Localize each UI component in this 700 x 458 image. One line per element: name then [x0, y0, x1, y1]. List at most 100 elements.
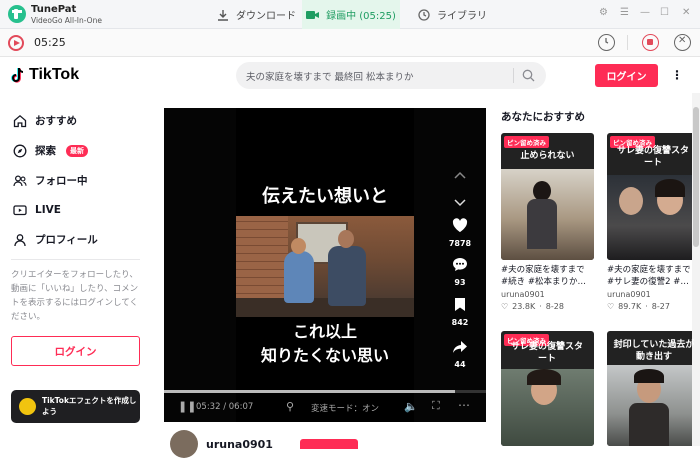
tab-library-label: ライブラリ — [437, 11, 487, 22]
menu-icon[interactable]: ☰ — [620, 7, 629, 18]
thumbnail-image — [607, 365, 700, 446]
speed-mode-label[interactable]: 変速モード：オン — [311, 402, 379, 414]
users-icon — [13, 174, 27, 186]
card-stats: ♡ 89.7K · 8-27 — [607, 302, 700, 311]
more-options-icon[interactable]: ⋮ — [671, 68, 683, 82]
search-icon[interactable] — [522, 69, 535, 82]
follow-button[interactable] — [300, 439, 358, 449]
sidebar-item-label: おすすめ — [35, 115, 77, 127]
scrollbar-thumb[interactable] — [693, 107, 699, 247]
tiktok-note-icon — [11, 67, 24, 83]
video-camera-icon — [306, 10, 320, 19]
search-bar[interactable]: 夫の家庭を壊すまで 最終回 松本まりか — [236, 62, 546, 89]
video-progress-bar[interactable] — [164, 390, 486, 393]
video-thumbnail[interactable]: ピン留め済み サレ妻の復讐スタート — [607, 133, 700, 260]
caption-line: これ以上 — [292, 322, 357, 341]
search-divider — [513, 68, 514, 83]
app-titlebar: TunePat VideoGo All-In-One ダウンロード 録画中 (0… — [0, 0, 700, 29]
download-icon — [218, 9, 228, 21]
sidebar-item-live[interactable]: LIVE — [13, 203, 61, 217]
card-username[interactable]: uruna0901 — [607, 290, 700, 299]
pause-icon[interactable]: ❚❚ — [178, 400, 196, 413]
tab-recording[interactable]: 録画中 (05:25) — [302, 0, 400, 29]
sidebar-divider — [11, 259, 140, 260]
settings-icon[interactable]: ⚙ — [599, 7, 608, 18]
video-thumbnail[interactable]: ピン留め済み 止められない — [501, 133, 594, 260]
effect-banner[interactable]: TikTokエフェクトを作成しよう — [11, 390, 140, 423]
thumbnail-caption: 封印していた過去が動き出す — [613, 340, 695, 362]
no-float-icon[interactable]: ⚲ — [286, 400, 294, 413]
thumbnail-image — [501, 169, 594, 260]
share-count: 44 — [454, 360, 466, 369]
author-name[interactable]: uruna0901 — [206, 438, 273, 451]
scrollbar[interactable] — [692, 93, 700, 446]
app-name: TunePat — [31, 4, 77, 15]
recommended-video-card[interactable]: ピン留め済み サレ妻の復讐スタート #夫の家庭を壊すまで #サレ妻の復讐2 #…… — [607, 133, 700, 311]
minimize-icon[interactable]: — — [640, 7, 650, 18]
home-icon — [13, 114, 27, 127]
recording-bar: 05:25 ✕ — [0, 29, 700, 57]
video-thumbnail[interactable]: 封印していた過去が動き出す — [607, 331, 700, 446]
video-author[interactable]: uruna0901 — [170, 430, 273, 458]
card-date: 8-28 — [545, 302, 564, 311]
stat-separator: · — [645, 302, 648, 311]
sidebar-item-following[interactable]: フォロー中 — [13, 173, 88, 188]
prev-video-button[interactable] — [448, 164, 472, 183]
recommended-video-card[interactable]: ピン留め済み 止められない #夫の家庭を壊すまで #続き #松本まりか… uru… — [501, 133, 594, 311]
maximize-icon[interactable]: ☐ — [660, 7, 669, 18]
save-count: 842 — [451, 318, 469, 327]
timer-icon[interactable] — [598, 34, 615, 51]
card-username[interactable]: uruna0901 — [501, 290, 594, 299]
avatar[interactable] — [170, 430, 198, 458]
heart-icon — [452, 218, 468, 232]
share-button[interactable]: 44 — [448, 339, 472, 369]
stop-recording-button[interactable] — [642, 34, 659, 51]
recommended-video-card[interactable]: 封印していた過去が動き出す — [607, 331, 700, 446]
video-frame: 伝えたい想いと これ以上 知りたくない思い — [236, 108, 414, 422]
more-icon[interactable]: ⋯ — [458, 398, 470, 412]
tiktok-logo[interactable]: TikTok — [11, 66, 79, 84]
sidebar-item-label: LIVE — [35, 204, 61, 216]
compass-icon — [13, 144, 27, 157]
save-button[interactable]: 842 — [448, 297, 472, 327]
tab-library[interactable]: ライブラリ — [418, 0, 487, 29]
video-caption-bottom: これ以上 知りたくない思い — [236, 320, 414, 368]
sidebar-item-label: フォロー中 — [35, 175, 88, 187]
close-icon[interactable]: ✕ — [682, 7, 690, 18]
app-subtitle: VideoGo All-In-One — [31, 16, 102, 25]
video-thumbnail[interactable]: ピン留め済み サレ妻の復讐スタート — [501, 331, 594, 446]
chevron-down-icon — [454, 199, 466, 207]
like-count: 7878 — [448, 239, 472, 248]
tab-download-label: ダウンロード — [236, 11, 296, 22]
tab-download[interactable]: ダウンロード — [217, 0, 296, 29]
card-likes: 89.7K — [618, 302, 642, 311]
fullscreen-icon[interactable]: ⛶ — [432, 399, 440, 413]
recommended-video-card[interactable]: ピン留め済み サレ妻の復讐スタート — [501, 331, 594, 446]
like-button[interactable]: 7878 — [448, 218, 472, 248]
user-icon — [14, 233, 26, 246]
video-time: 05:32 / 06:07 — [196, 402, 254, 412]
app-logo-icon — [8, 5, 26, 23]
volume-icon[interactable]: 🔈 — [404, 400, 418, 413]
sidebar-item-label: 探索 — [35, 145, 56, 157]
video-progress-fill — [164, 390, 456, 393]
card-likes: 23.8K — [512, 302, 536, 311]
video-player[interactable]: 伝えたい想いと これ以上 知りたくない思い 7878 93 842 44 ❚❚ … — [164, 108, 486, 422]
search-input[interactable]: 夫の家庭を壊すまで 最終回 松本まりか — [246, 69, 414, 83]
sidebar-login-button[interactable]: ログイン — [11, 336, 140, 366]
sidebar-item-explore[interactable]: 探索 最新 — [13, 143, 88, 158]
tiktok-header: TikTok 夫の家庭を壊すまで 最終回 松本まりか ログイン ⋮ — [0, 57, 700, 93]
close-recording-button[interactable]: ✕ — [674, 34, 691, 51]
sidebar-item-foryou[interactable]: おすすめ — [13, 113, 77, 128]
card-title[interactable]: #夫の家庭を壊すまで #続き #松本まりか… — [501, 264, 594, 288]
clock-icon — [418, 8, 430, 21]
tiktok-logo-text: TikTok — [29, 66, 80, 83]
comment-button[interactable]: 93 — [448, 257, 472, 287]
share-icon — [453, 341, 467, 353]
sidebar-item-profile[interactable]: プロフィール — [13, 232, 98, 247]
login-button[interactable]: ログイン — [595, 64, 658, 87]
heart-outline-icon: ♡ — [501, 302, 509, 311]
next-video-button[interactable] — [448, 192, 472, 211]
video-scene-image — [236, 216, 414, 317]
card-title[interactable]: #夫の家庭を壊すまで #サレ妻の復讐2 #… — [607, 264, 700, 288]
